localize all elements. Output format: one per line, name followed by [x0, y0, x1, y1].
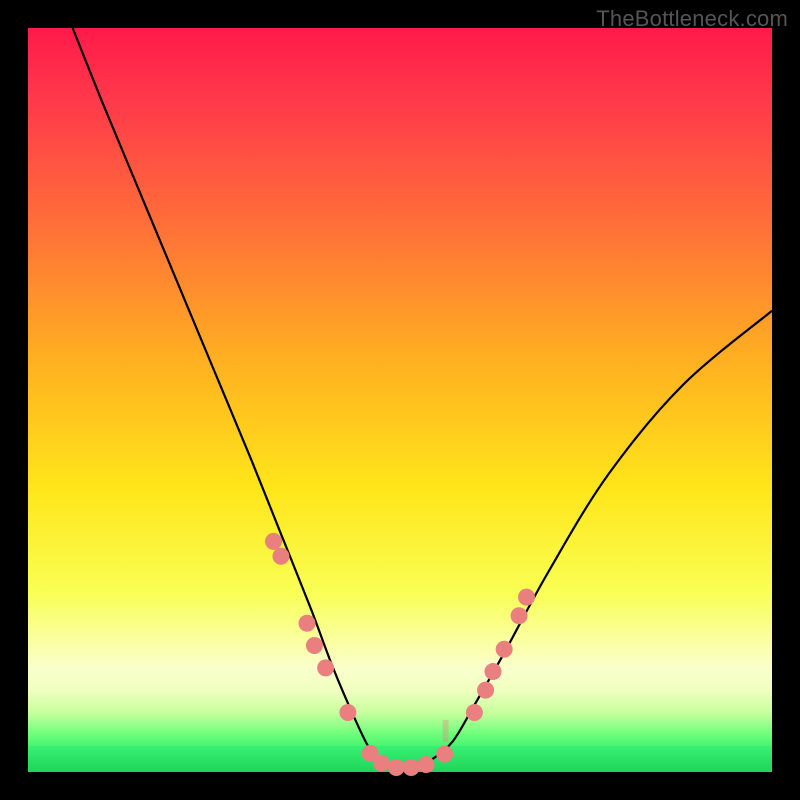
data-marker	[388, 759, 405, 776]
data-marker	[339, 704, 356, 721]
data-marker	[272, 548, 289, 565]
data-marker	[466, 704, 483, 721]
data-marker	[496, 641, 513, 658]
marker-group	[265, 533, 535, 776]
chart-frame: TheBottleneck.com	[0, 0, 800, 800]
curve-line	[73, 28, 772, 772]
plot-area	[28, 28, 772, 772]
data-marker	[403, 759, 420, 776]
data-marker	[299, 615, 316, 632]
data-marker	[485, 663, 502, 680]
data-marker	[418, 756, 435, 773]
smudge	[443, 720, 449, 742]
data-marker	[436, 746, 453, 763]
data-marker	[477, 682, 494, 699]
chart-svg	[28, 28, 772, 772]
data-marker	[265, 533, 282, 550]
data-marker	[306, 637, 323, 654]
data-marker	[518, 589, 535, 606]
data-marker	[373, 755, 390, 772]
data-marker	[317, 659, 334, 676]
data-marker	[511, 607, 528, 624]
